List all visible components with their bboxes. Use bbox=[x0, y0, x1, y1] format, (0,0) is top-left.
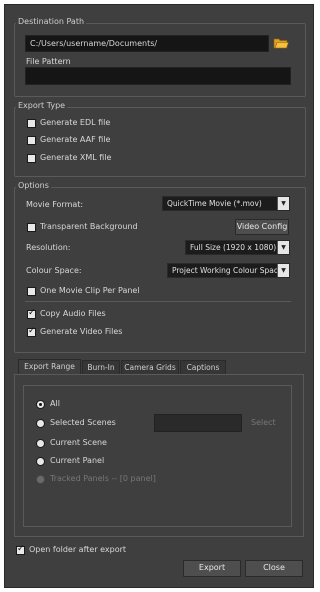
open-folder-after-export-checkbox[interactable] bbox=[16, 544, 25, 555]
export-button[interactable]: Export bbox=[183, 560, 241, 577]
one-movie-clip-label: One Movie Clip Per Panel bbox=[40, 286, 140, 295]
tab-captions[interactable]: Captions bbox=[180, 360, 226, 375]
video-config-button[interactable]: Video Config bbox=[235, 219, 289, 235]
chevron-down-icon: ▼ bbox=[277, 264, 289, 277]
colour-space-select[interactable]: Project Working Colour Space ▼ bbox=[167, 263, 290, 278]
generate-video-label: Generate Video Files bbox=[40, 327, 123, 336]
movie-format-value: QuickTime Movie (*.mov) bbox=[167, 199, 262, 208]
radio-current-scene-label: Current Scene bbox=[50, 438, 107, 447]
tab-camera-grids[interactable]: Camera Grids bbox=[121, 360, 179, 375]
movie-format-label: Movie Format: bbox=[26, 200, 84, 209]
colour-space-label: Colour Space: bbox=[26, 266, 82, 275]
resolution-select[interactable]: Full Size (1920 x 1080) ▼ bbox=[185, 240, 290, 255]
options-divider bbox=[25, 301, 291, 302]
generate-xml-checkbox[interactable] bbox=[27, 154, 36, 163]
file-pattern-input[interactable] bbox=[25, 67, 291, 85]
select-button[interactable]: Select bbox=[251, 418, 276, 427]
selected-scenes-field bbox=[154, 414, 242, 432]
export-dialog: Destination Path C:/Users/username/Docum… bbox=[4, 4, 314, 588]
radio-tracked-panels bbox=[36, 475, 45, 484]
chevron-down-icon: ▼ bbox=[277, 241, 289, 254]
transparent-background-checkbox[interactable] bbox=[27, 223, 36, 232]
movie-format-select[interactable]: QuickTime Movie (*.mov) ▼ bbox=[162, 196, 290, 211]
one-movie-clip-checkbox[interactable] bbox=[27, 287, 36, 296]
tab-burn-in[interactable]: Burn-In bbox=[82, 360, 120, 375]
transparent-background-label: Transparent Background bbox=[40, 222, 138, 231]
resolution-value: Full Size (1920 x 1080) bbox=[190, 243, 277, 252]
radio-all-label: All bbox=[50, 399, 60, 408]
radio-tracked-panels-label: Tracked Panels -- [0 panel] bbox=[50, 474, 156, 483]
generate-xml-label: Generate XML file bbox=[40, 153, 112, 162]
radio-all[interactable] bbox=[36, 400, 45, 409]
generate-aaf-checkbox[interactable] bbox=[27, 136, 36, 145]
radio-selected-scenes-label: Selected Scenes bbox=[50, 418, 116, 427]
export-type-title: Export Type bbox=[16, 101, 68, 110]
generate-aaf-label: Generate AAF file bbox=[40, 135, 111, 144]
radio-current-panel[interactable] bbox=[36, 457, 45, 466]
copy-audio-label: Copy Audio Files bbox=[40, 309, 106, 318]
generate-edl-label: Generate EDL file bbox=[40, 118, 111, 127]
radio-selected-scenes[interactable] bbox=[36, 419, 45, 428]
close-button[interactable]: Close bbox=[245, 560, 303, 577]
destination-path-input[interactable]: C:/Users/username/Documents/ bbox=[25, 35, 269, 52]
destination-path-title: Destination Path bbox=[16, 17, 87, 26]
tab-export-range[interactable]: Export Range bbox=[18, 359, 81, 375]
chevron-down-icon: ▼ bbox=[277, 197, 289, 210]
colour-space-value: Project Working Colour Space bbox=[172, 266, 283, 275]
generate-video-checkbox[interactable] bbox=[27, 326, 36, 337]
radio-current-scene[interactable] bbox=[36, 439, 45, 448]
file-pattern-label: File Pattern bbox=[26, 57, 71, 66]
resolution-label: Resolution: bbox=[26, 243, 71, 252]
radio-current-panel-label: Current Panel bbox=[50, 456, 105, 465]
open-folder-after-export-label: Open folder after export bbox=[29, 545, 127, 554]
open-folder-icon[interactable] bbox=[273, 36, 289, 50]
generate-edl-checkbox[interactable] bbox=[27, 119, 36, 128]
copy-audio-checkbox[interactable] bbox=[27, 308, 36, 319]
options-title: Options bbox=[16, 181, 51, 190]
